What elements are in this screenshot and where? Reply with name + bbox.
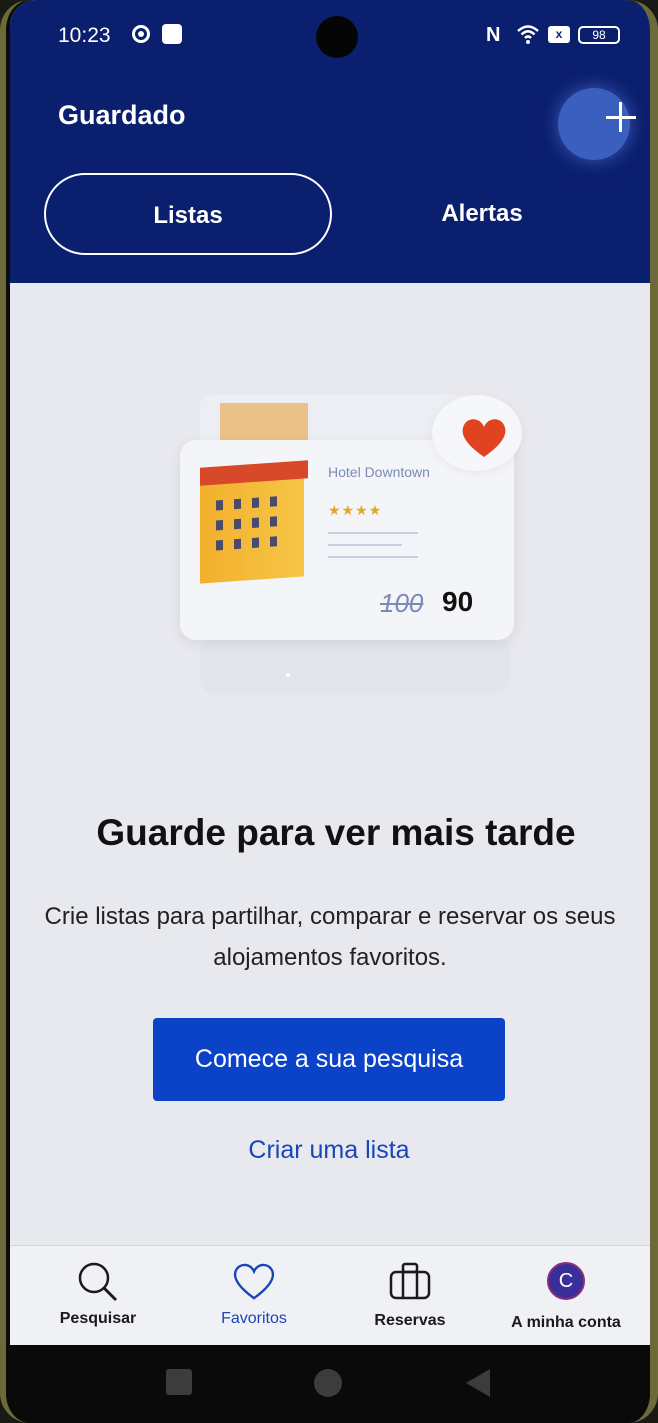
nfc-icon: N bbox=[486, 24, 501, 46]
phone-frame: 10:23 N x 98 Guardado Listas Alertas Hot… bbox=[0, 0, 658, 1423]
notification-icon bbox=[162, 24, 182, 44]
add-list-button[interactable] bbox=[558, 88, 636, 160]
wifi-icon bbox=[517, 25, 539, 44]
system-navigation-bar bbox=[6, 1345, 650, 1423]
sim-icon: x bbox=[548, 26, 570, 43]
status-bar: 10:23 N x 98 bbox=[10, 0, 650, 70]
steering-icon bbox=[132, 25, 150, 43]
heart-icon bbox=[233, 1263, 275, 1300]
start-search-button[interactable]: Comece a sua pesquisa bbox=[153, 1018, 505, 1101]
search-icon bbox=[78, 1262, 118, 1302]
illustration-old-price: 100 bbox=[380, 588, 424, 618]
app-header: 10:23 N x 98 Guardado Listas Alertas bbox=[10, 0, 650, 283]
illustration-line bbox=[328, 556, 418, 558]
empty-state-headline: Guarde para ver mais tarde bbox=[96, 812, 576, 853]
empty-state-description: Crie listas para partilhar, comparar e r… bbox=[44, 903, 616, 971]
avatar: C bbox=[547, 1262, 585, 1300]
illustration-shadow bbox=[200, 635, 510, 695]
nav-label: Reservas bbox=[374, 1312, 446, 1329]
nav-item-reservas[interactable]: Reservas bbox=[330, 1246, 490, 1345]
illustration-line bbox=[328, 532, 418, 534]
status-time: 10:23 bbox=[58, 24, 111, 47]
tab-bar: Listas Alertas bbox=[42, 173, 622, 255]
nav-item-favoritos[interactable]: Favoritos bbox=[174, 1246, 334, 1345]
nav-label: Pesquisar bbox=[59, 1310, 137, 1327]
recents-icon[interactable] bbox=[166, 1369, 192, 1395]
saved-illustration: Hotel Downtown ★★★★ 100 90 bbox=[170, 395, 530, 695]
illustration-stars: ★★★★ bbox=[328, 502, 383, 518]
home-icon[interactable] bbox=[314, 1369, 342, 1397]
create-list-link[interactable]: Criar uma lista bbox=[153, 1136, 505, 1165]
nav-label: A minha conta bbox=[511, 1314, 621, 1331]
heart-icon bbox=[462, 419, 506, 457]
hotel-card-illustration: Hotel Downtown ★★★★ 100 90 bbox=[180, 440, 514, 640]
tab-listas[interactable]: Listas bbox=[44, 173, 332, 255]
front-camera bbox=[316, 16, 358, 58]
nav-item-account[interactable]: C A minha conta bbox=[486, 1246, 646, 1345]
app-screen: 10:23 N x 98 Guardado Listas Alertas Hot… bbox=[10, 0, 650, 1345]
nav-item-pesquisar[interactable]: Pesquisar bbox=[18, 1246, 178, 1345]
nav-label: Favoritos bbox=[221, 1310, 287, 1327]
tab-alertas[interactable]: Alertas bbox=[342, 173, 622, 255]
illustration-new-price: 90 bbox=[442, 586, 474, 617]
carousel-dot bbox=[286, 673, 290, 677]
briefcase-icon bbox=[389, 1262, 431, 1300]
illustration-hotel-name: Hotel Downtown bbox=[328, 464, 430, 480]
back-icon[interactable] bbox=[466, 1369, 490, 1397]
bottom-navigation: Pesquisar Favoritos Reservas C A minha c… bbox=[10, 1245, 650, 1345]
illustration-line bbox=[328, 544, 402, 546]
battery-icon: 98 bbox=[578, 26, 620, 44]
page-title: Guardado bbox=[58, 100, 186, 130]
